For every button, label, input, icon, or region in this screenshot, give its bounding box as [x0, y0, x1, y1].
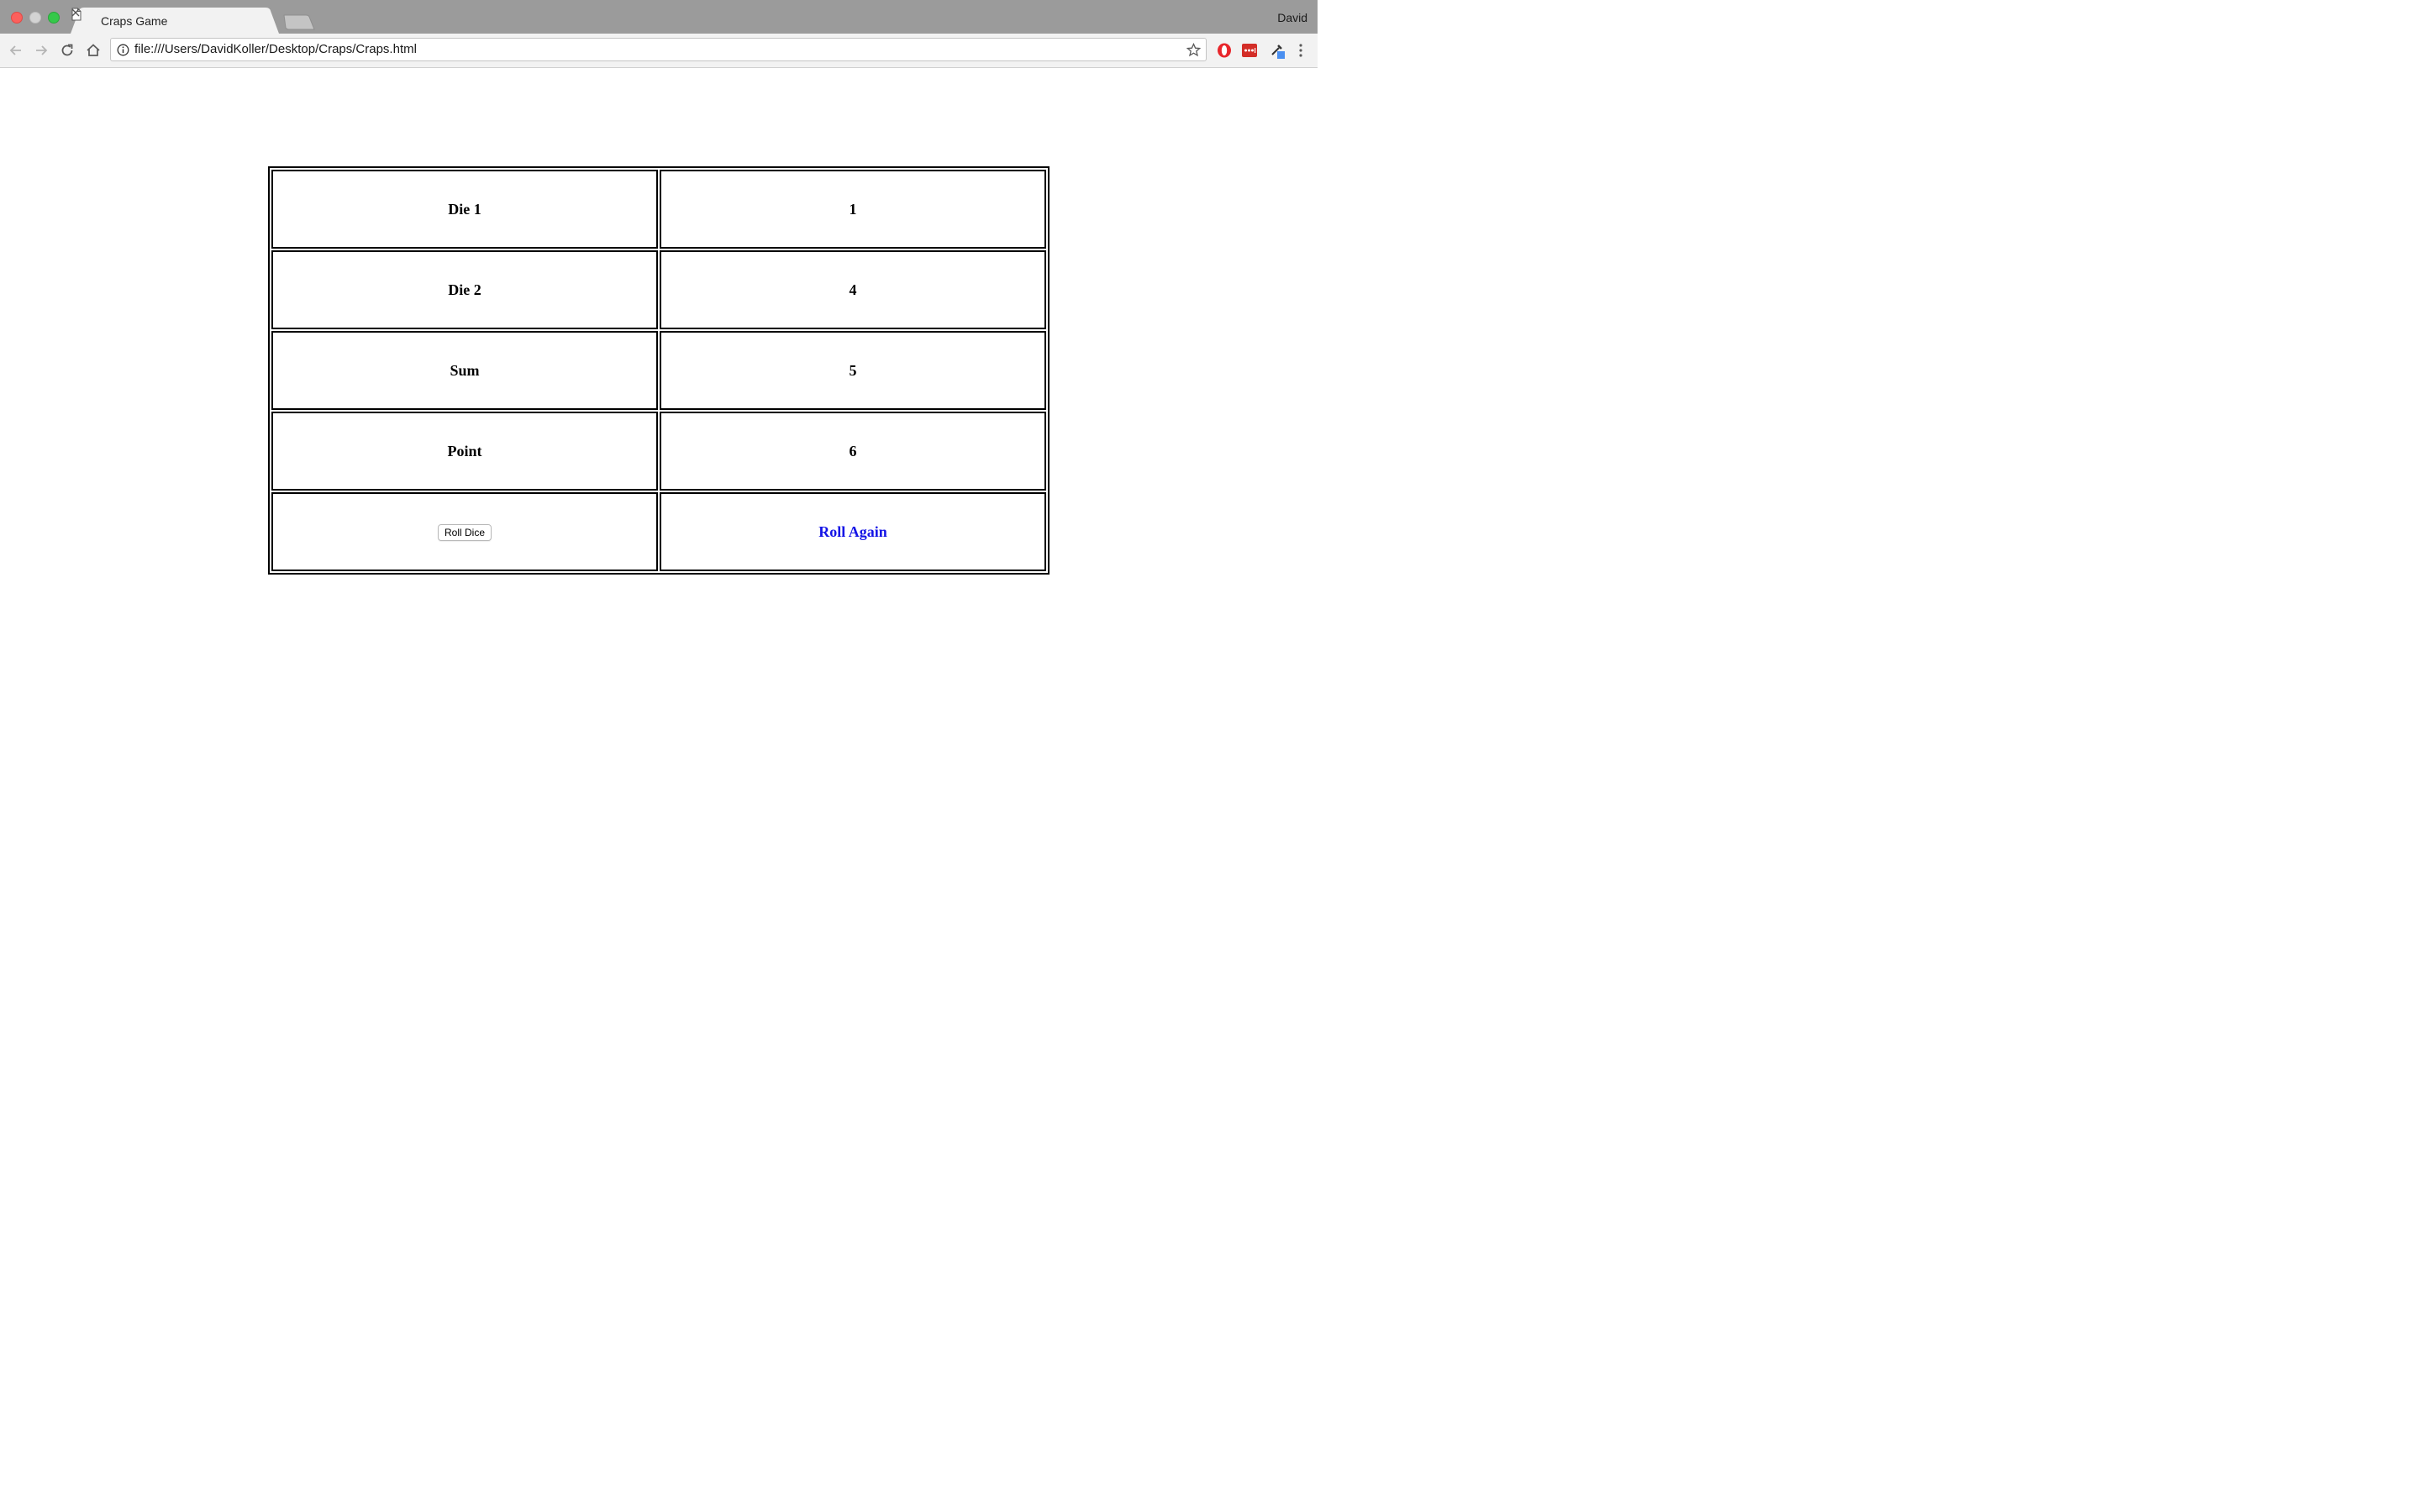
window-maximize-button[interactable]: [48, 12, 60, 24]
table-row: Die 1 1: [271, 170, 1046, 249]
table-row: Die 2 4: [271, 250, 1046, 329]
browser-titlebar: Craps Game David: [0, 0, 1318, 34]
address-bar[interactable]: file:///Users/DavidKoller/Desktop/Craps/…: [110, 38, 1207, 61]
home-icon[interactable]: [85, 42, 102, 59]
opera-icon[interactable]: [1216, 42, 1233, 59]
info-icon[interactable]: [117, 44, 129, 56]
sum-label: Sum: [271, 331, 658, 410]
die2-label: Die 2: [271, 250, 658, 329]
game-status: Roll Again: [660, 492, 1046, 571]
point-label: Point: [271, 412, 658, 491]
tab-title: Craps Game: [101, 14, 168, 28]
new-tab-button[interactable]: [282, 14, 316, 30]
point-value: 6: [660, 412, 1046, 491]
sum-value: 5: [660, 331, 1046, 410]
window-close-button[interactable]: [11, 12, 23, 24]
arrow-right-icon[interactable]: [33, 42, 50, 59]
craps-table: Die 1 1 Die 2 4 Sum 5 Point 6 Roll Dice …: [268, 166, 1050, 575]
close-icon[interactable]: [71, 8, 81, 18]
arrow-left-icon[interactable]: [8, 42, 24, 59]
die2-value: 4: [660, 250, 1046, 329]
browser-toolbar: file:///Users/DavidKoller/Desktop/Craps/…: [0, 34, 1318, 68]
table-row: Roll Dice Roll Again: [271, 492, 1046, 571]
profile-name[interactable]: David: [1277, 11, 1307, 24]
table-row: Point 6: [271, 412, 1046, 491]
roll-button-cell: Roll Dice: [271, 492, 658, 571]
browser-tab[interactable]: Craps Game: [71, 8, 279, 34]
eyedropper-icon[interactable]: [1269, 42, 1286, 59]
die1-value: 1: [660, 170, 1046, 249]
table-row: Sum 5: [271, 331, 1046, 410]
star-icon[interactable]: [1186, 43, 1201, 57]
lastpass-icon[interactable]: [1241, 42, 1258, 59]
menu-dots-icon[interactable]: [1292, 42, 1309, 59]
die1-label: Die 1: [271, 170, 658, 249]
window-minimize-button[interactable]: [29, 12, 41, 24]
reload-icon[interactable]: [59, 42, 76, 59]
roll-dice-button[interactable]: Roll Dice: [437, 524, 492, 541]
url-text[interactable]: file:///Users/DavidKoller/Desktop/Craps/…: [134, 42, 417, 56]
